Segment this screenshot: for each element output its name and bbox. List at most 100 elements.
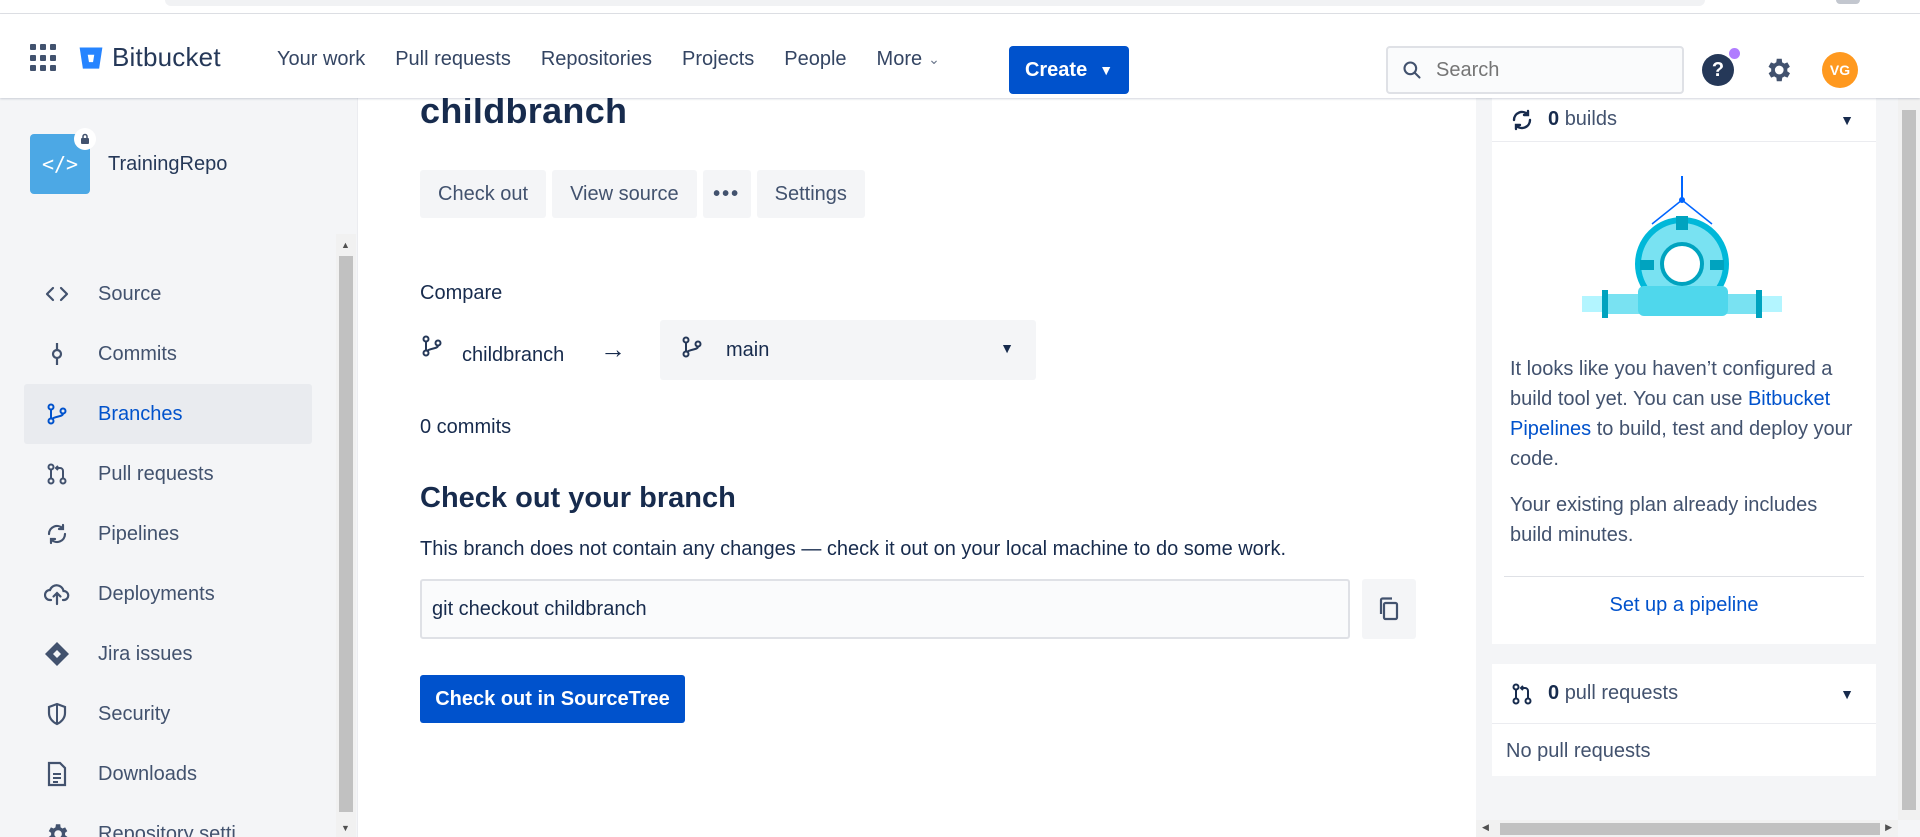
app-switcher-icon[interactable] (30, 44, 58, 72)
jira-icon (44, 641, 70, 667)
sidebar-item-label: Branches (98, 402, 183, 425)
help-button[interactable]: ? (1702, 48, 1740, 86)
set-up-pipeline-link[interactable]: Set up a pipeline (1492, 594, 1876, 617)
pull-requests-label: pull requests (1564, 682, 1679, 704)
bitbucket-icon (79, 46, 103, 69)
sidebar-item-label: Downloads (98, 762, 197, 785)
check-out-in-sourcetree-button[interactable]: Check out in SourceTree (420, 675, 685, 723)
sidebar-item-label: Repository setti... (98, 822, 253, 837)
checkout-command-field[interactable]: git checkout childbranch (420, 579, 1350, 639)
sidebar-item-downloads[interactable]: Downloads (24, 744, 312, 804)
sidebar-item-security[interactable]: Security (24, 684, 312, 744)
chevron-down-icon[interactable]: ▼ (1840, 112, 1854, 128)
bitbucket-logo[interactable]: Bitbucket (78, 42, 221, 73)
copy-button[interactable] (1362, 579, 1416, 639)
create-button[interactable]: Create ▼ (1009, 46, 1129, 94)
settings-button[interactable]: Settings (756, 170, 865, 218)
document-icon (44, 761, 70, 787)
sidebar-item-deployments[interactable]: Deployments (24, 564, 312, 624)
pull-request-icon (1512, 683, 1532, 704)
scroll-right-icon[interactable]: ▶ (1885, 822, 1892, 833)
horizontal-scrollbar[interactable]: ◀ ▶ (1476, 820, 1898, 837)
help-icon: ? (1702, 54, 1734, 86)
chevron-down-icon: ▼ (1099, 62, 1114, 78)
sidebar-scrollbar[interactable]: ▲ ▼ (336, 234, 356, 837)
browser-profile-dot (1836, 0, 1860, 4)
commit-icon (44, 341, 70, 367)
view-source-button[interactable]: View source (552, 170, 697, 218)
pipelines-icon (44, 521, 70, 547)
no-pull-requests-text: No pull requests (1506, 740, 1651, 762)
sidebar-item-commits[interactable]: Commits (24, 324, 312, 384)
chevron-down-icon: ▼ (1000, 340, 1014, 356)
scroll-left-icon[interactable]: ◀ (1482, 822, 1489, 833)
top-navigation: Bitbucket Your work Pull requests Reposi… (0, 14, 1920, 98)
plan-text: Your existing plan already includes buil… (1510, 494, 1818, 546)
settings-button[interactable] (1762, 54, 1794, 86)
target-branch-select[interactable]: main ▼ (660, 320, 1036, 380)
pull-requests-count: 0 (1548, 682, 1560, 704)
nav-repositories[interactable]: Repositories (526, 42, 667, 77)
builds-header[interactable]: 0 builds ▼ (1492, 98, 1876, 142)
scrollbar-thumb[interactable] (339, 256, 353, 812)
checkout-heading: Check out your branch (420, 482, 736, 514)
sidebar-item-label: Deployments (98, 582, 215, 605)
commits-count[interactable]: 0 commits (420, 416, 511, 439)
cloud-upload-icon (44, 581, 70, 607)
gear-icon (1768, 58, 1790, 82)
sidebar-item-pull-requests[interactable]: Pull requests (24, 444, 312, 504)
sidebar-item-label: Security (98, 702, 171, 725)
pipeline-illustration (1582, 176, 1782, 318)
builds-icon (1512, 109, 1532, 130)
nav-label: More (876, 48, 923, 70)
sidebar-item-repository-settings[interactable]: Repository setti... (24, 804, 312, 837)
browser-address-strip (165, 0, 1705, 6)
chevron-down-icon[interactable]: ▼ (1840, 686, 1854, 702)
nav-pull-requests[interactable]: Pull requests (380, 42, 526, 77)
scroll-up-icon[interactable]: ▲ (341, 240, 350, 250)
arrow-right-icon: → (600, 334, 626, 364)
nav-your-work[interactable]: Your work (262, 42, 380, 77)
nav-label: Repositories (540, 48, 652, 70)
scrollbar-thumb[interactable] (1902, 110, 1916, 810)
repo-name: TrainingRepo (108, 152, 228, 175)
logo-text: Bitbucket (112, 42, 221, 72)
sidebar-item-pipelines[interactable]: Pipelines (24, 504, 312, 564)
more-actions-button[interactable]: ••• (702, 170, 751, 218)
check-out-button[interactable]: Check out (420, 170, 547, 218)
pull-request-icon (44, 461, 70, 487)
code-brackets-icon: </> (41, 152, 79, 176)
builds-card: 0 builds ▼ It looks like you haven’t con… (1492, 98, 1876, 644)
create-label: Create (1024, 58, 1088, 81)
avatar[interactable]: VG (1822, 52, 1858, 88)
code-icon (44, 281, 70, 307)
browser-top-strip (0, 0, 1920, 14)
nav-more[interactable]: More ⌄ (862, 42, 955, 77)
nav-projects[interactable]: Projects (667, 42, 769, 77)
gear-icon (44, 821, 70, 837)
sidebar-item-source[interactable]: Source (24, 264, 312, 324)
repo-header[interactable]: </> TrainingRepo (30, 128, 228, 194)
nav-label: Your work (277, 48, 366, 70)
branch-icon (44, 401, 70, 427)
pull-requests-card: 0 pull requests ▼ No pull requests (1492, 664, 1876, 776)
search-input[interactable] (1436, 58, 1656, 82)
page-scrollbar[interactable] (1898, 98, 1920, 820)
chevron-down-icon: ⌄ (928, 51, 940, 67)
sidebar-item-label: Source (98, 282, 162, 305)
sidebar-item-branches[interactable]: Branches (24, 384, 312, 444)
scroll-down-icon[interactable]: ▼ (341, 823, 350, 833)
pull-requests-header[interactable]: 0 pull requests ▼ (1492, 664, 1876, 724)
nav-people[interactable]: People (769, 42, 861, 77)
compare-row: childbranch → main ▼ (420, 320, 1040, 382)
shield-icon (44, 701, 70, 727)
copy-icon (1379, 597, 1399, 621)
sidebar-item-jira-issues[interactable]: Jira issues (24, 624, 312, 684)
search-icon (1403, 61, 1421, 79)
search-box[interactable] (1386, 46, 1684, 94)
repository-sidebar: </> TrainingRepo Source Commits Branches… (0, 98, 358, 837)
scrollbar-thumb[interactable] (1500, 823, 1880, 835)
notification-dot (1729, 48, 1740, 59)
sidebar-item-label: Jira issues (98, 642, 193, 665)
nav-label: Pull requests (395, 48, 511, 70)
